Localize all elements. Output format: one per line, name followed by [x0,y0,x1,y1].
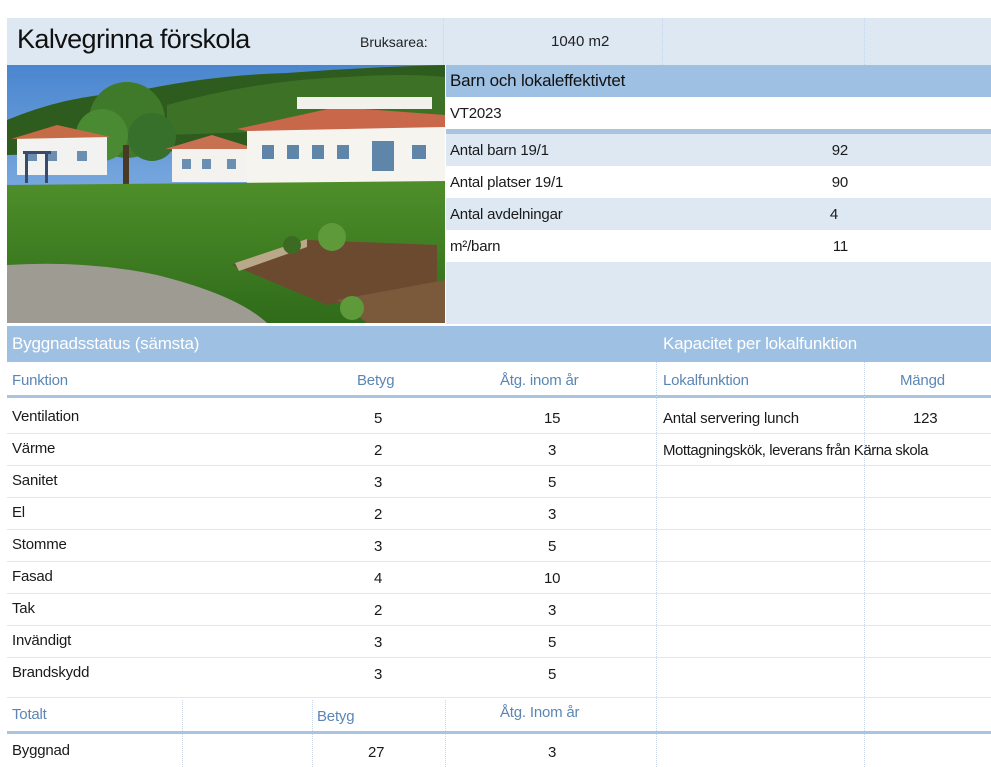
capacity-title: Kapacitet per lokalfunktion [663,334,858,353]
status-row-name: Stomme [12,536,67,553]
stats-row: Antal platser 19/1 90 [446,166,991,198]
status-row-years: 3 [548,506,557,523]
total-years-head: Åtg. Inom år [500,704,580,721]
capacity-row-amount: 123 [913,410,938,427]
status-row-years: 3 [548,442,557,459]
status-row-name: Värme [12,440,56,457]
status-row-name: Brandskydd [12,664,90,681]
stats-title-row: Barn och lokaleffektivtet [446,65,991,97]
total-row-grade: 27 [368,744,385,761]
capacity-col-amount: Mängd [900,372,945,389]
total-grade-head: Betyg [317,708,355,725]
status-row-name: Fasad [12,568,53,585]
status-row-years: 5 [548,666,557,683]
status-row-grade: 2 [374,602,383,619]
status-title: Byggnadsstatus (sämsta) [12,334,200,353]
stats-row-value: 11 [832,238,848,255]
stats-row-value: 92 [831,142,848,159]
status-row-grade: 3 [374,666,383,683]
stats-row-label: Antal platser 19/1 [450,174,564,191]
stats-empty-row [446,262,991,294]
total-label: Totalt [12,706,47,723]
stats-period-row: VT2023 [446,97,991,129]
total-underline [7,731,991,734]
stats-empty-row [446,294,991,324]
school-photo [7,65,445,323]
status-row-name: Sanitet [12,472,58,489]
status-row-grade: 2 [374,442,383,459]
status-row-grade: 4 [374,570,383,587]
status-row-years: 5 [548,474,557,491]
status-row-years: 5 [548,538,557,555]
stats-row-label: Antal barn 19/1 [450,142,549,159]
status-row-name: Tak [12,600,35,617]
stats-row-label: m²/barn [450,238,501,255]
column-separator [656,362,657,767]
capacity-row-name: Antal servering lunch [663,410,799,427]
page-title: Kalvegrinna förskola [17,24,250,54]
stats-row: m²/barn 11 [446,230,991,262]
stats-row-value: 90 [831,174,848,191]
status-row-name: Ventilation [12,408,80,425]
status-col-function: Funktion [12,372,68,389]
status-col-years: Åtg. inom år [500,372,579,389]
stats-row-value: 4 [829,206,838,223]
stats-row: Antal avdelningar 4 [446,198,991,230]
status-col-grade: Betyg [357,372,395,389]
stats-row: Antal barn 19/1 92 [446,134,991,166]
status-row-years: 5 [548,634,557,651]
column-separator [864,362,865,767]
capacity-col-function: Lokalfunktion [663,372,749,389]
status-row-grade: 3 [374,634,383,651]
area-label: Bruksarea: [360,34,428,50]
total-row-years: 3 [548,744,557,761]
header-underline [7,395,991,398]
total-row-name: Byggnad [12,742,70,759]
status-row-grade: 2 [374,506,383,523]
status-row-grade: 3 [374,538,383,555]
status-row-years: 3 [548,602,557,619]
stats-row-label: Antal avdelningar [450,206,563,223]
status-row-name: El [12,504,25,521]
status-row-years: 10 [544,570,561,587]
status-row-grade: 3 [374,474,383,491]
status-row-name: Invändigt [12,632,72,649]
status-row-grade: 5 [374,410,383,427]
capacity-row-name: Mottagningskök, leverans från Kärna skol… [663,442,929,459]
stats-title: Barn och lokaleffektivtet [450,71,626,90]
status-row-years: 15 [544,410,561,427]
area-value: 1040 m2 [551,33,610,50]
stats-period: VT2023 [450,105,502,122]
